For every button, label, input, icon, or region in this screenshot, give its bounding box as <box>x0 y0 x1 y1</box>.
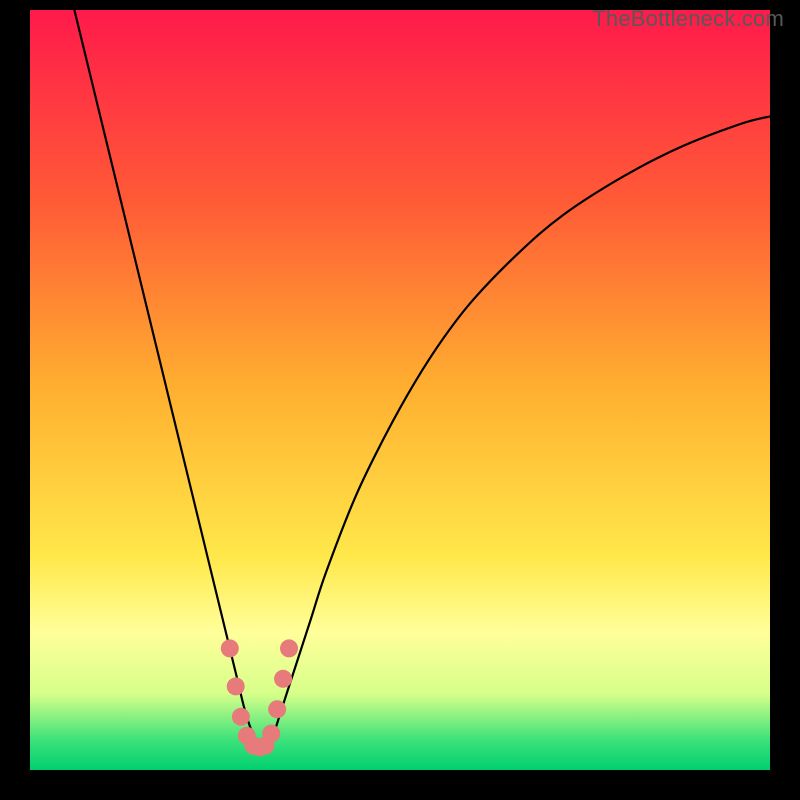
highlight-dot <box>274 670 292 688</box>
highlight-dot <box>268 700 286 718</box>
chart-frame <box>30 10 770 770</box>
highlight-dot <box>262 725 280 743</box>
highlight-dot <box>221 639 239 657</box>
chart-background <box>30 10 770 770</box>
bottleneck-chart <box>30 10 770 770</box>
highlight-dot <box>227 677 245 695</box>
watermark-text: TheBottleneck.com <box>592 6 784 32</box>
highlight-dot <box>232 708 250 726</box>
highlight-dot <box>280 639 298 657</box>
